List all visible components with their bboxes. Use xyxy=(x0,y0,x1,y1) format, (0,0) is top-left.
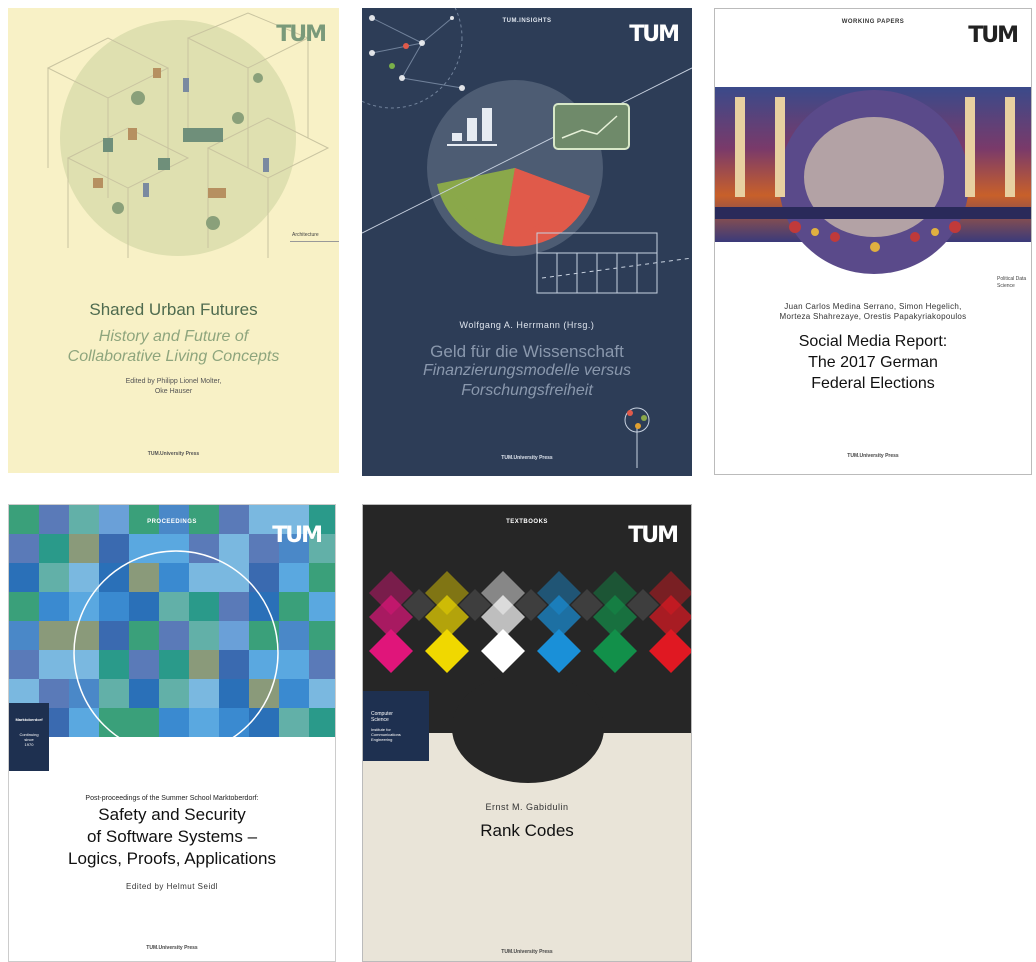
diamond-tile xyxy=(593,629,637,673)
book-title: Geld für die Wissenschaft xyxy=(430,342,624,361)
book-author: Ernst M. Gabidulin xyxy=(485,802,569,812)
book-tag-line-2: Science xyxy=(997,283,1015,289)
marktoberdorf-badge: Marktoberdorf Continuing since 1970 xyxy=(9,703,49,771)
tum-logo: TUM xyxy=(968,23,1019,48)
book-title-line-2: of Software Systems – xyxy=(86,827,258,846)
badge-title-line-2: Science xyxy=(371,717,389,723)
book-authors-line-1: Juan Carlos Medina Serrano, Simon Hegeli… xyxy=(784,302,962,311)
tum-logo: TUM xyxy=(628,523,679,548)
parliament-image xyxy=(715,87,1031,274)
press-label: TUM.University Press xyxy=(847,453,899,459)
diamond-tile xyxy=(537,629,581,673)
book-subtitle-line-2: Forschungsfreiheit xyxy=(461,382,593,399)
press-label: TUM.University Press xyxy=(146,945,198,951)
book-cover-safety-and-security[interactable]: PROCEEDINGS TUM Marktoberdorf Continuing… xyxy=(8,504,336,962)
diamond-tile xyxy=(425,629,469,673)
book-authors-line-2: Morteza Shahrezaye, Orestis Papakyriakop… xyxy=(779,312,967,321)
book-subtitle-line-1: History and Future of xyxy=(98,328,249,345)
book-title-line-2: The 2017 German xyxy=(808,354,938,371)
diamond-tile xyxy=(369,629,413,673)
badge-title: Marktoberdorf xyxy=(15,717,43,722)
finance-illustration xyxy=(362,8,692,468)
book-author: Wolfgang A. Herrmann (Hrsg.) xyxy=(459,320,595,330)
press-label: TUM.University Press xyxy=(501,949,553,955)
tum-logo: TUM xyxy=(629,22,680,47)
tag-divider xyxy=(290,241,339,242)
book-title-line-1: Social Media Report: xyxy=(798,333,948,350)
book-editors-line-2: Oke Hauser xyxy=(154,388,193,395)
badge-line-3: Engineering xyxy=(371,737,393,742)
diamond-tile xyxy=(649,629,691,673)
circle-outline xyxy=(73,550,279,756)
book-cover-shared-urban-futures[interactable]: TUM Architecture Shared Urban Futures Hi… xyxy=(8,8,339,473)
tum-logo: TUM xyxy=(276,22,327,47)
book-tag-line-1: Political Data xyxy=(997,276,1027,282)
book-kicker: Post-proceedings of the Summer School Ma… xyxy=(85,795,259,802)
book-cover-social-media-report[interactable]: WORKING PAPERS TUM Political Data Scienc… xyxy=(714,8,1032,475)
book-editor: Edited by Helmut Seidl xyxy=(126,882,218,891)
press-label: TUM.University Press xyxy=(147,451,200,457)
book-editors-line-1: Edited by Philipp Lionel Molter, xyxy=(125,378,222,385)
book-title-line-1: Safety and Security xyxy=(98,805,246,824)
book-subtitle-line-2: Collaborative Living Concepts xyxy=(67,348,280,365)
book-cover-rank-codes[interactable]: TEXTBOOKS TUM Computer Science Institute… xyxy=(362,504,692,962)
book-title: Shared Urban Futures xyxy=(89,300,258,319)
book-title-line-3: Federal Elections xyxy=(811,375,935,392)
book-title: Rank Codes xyxy=(480,821,574,840)
book-title-line-3: Logics, Proofs, Applications xyxy=(68,849,276,868)
book-subtitle-line-1: Finanzierungsmodelle versus xyxy=(422,362,632,379)
arch-cutout xyxy=(452,673,604,783)
book-tag: Architecture xyxy=(292,232,319,238)
book-cover-geld-fuer-die-wissenschaft[interactable]: TUM.INSIGHTS TUM Wolfgang A. Herrmann (H… xyxy=(362,8,692,476)
diamond-tile xyxy=(481,629,525,673)
press-label: TUM.University Press xyxy=(501,455,553,461)
computer-science-badge: Computer Science Institute for Communica… xyxy=(363,691,429,761)
badge-line-3: 1970 xyxy=(24,742,34,747)
